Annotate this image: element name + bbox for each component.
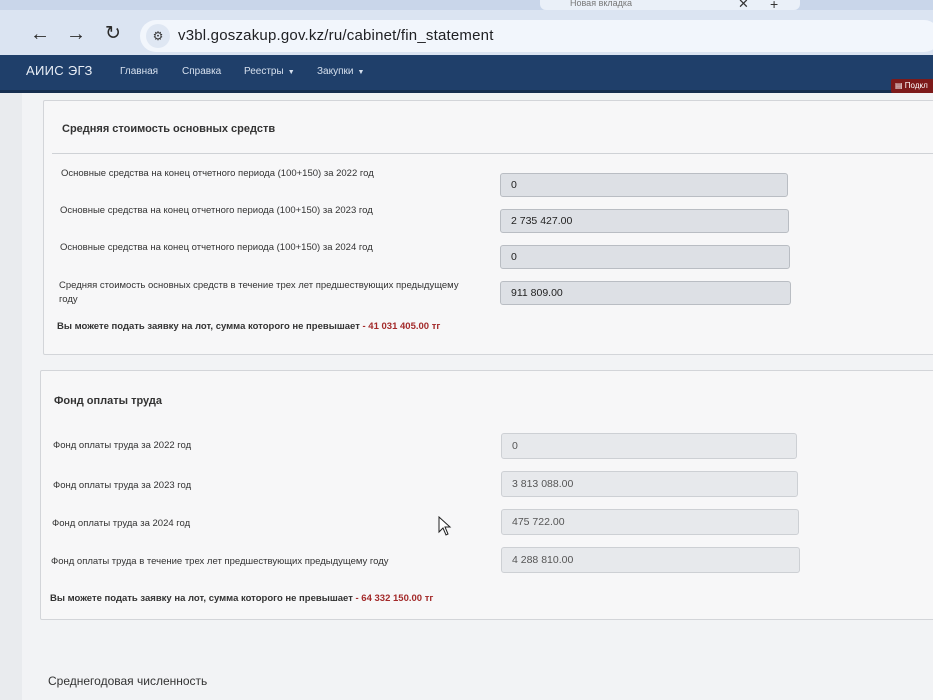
payroll-2022-field[interactable]: 0	[501, 433, 797, 459]
payroll-panel: Фонд оплаты труда Фонд оплаты труда за 2…	[40, 370, 933, 620]
fixed-assets-limit-amount: - 41 031 405.00 тг	[362, 321, 441, 332]
mouse-pointer-icon	[438, 516, 452, 536]
payroll-2024-field[interactable]: 475 722.00	[501, 509, 799, 535]
fixed-assets-2023-field[interactable]: 2 735 427.00	[500, 209, 789, 233]
nav-item-registries-label: Реестры	[244, 66, 284, 77]
fixed-assets-2024-label: Основные средства на конец отчетного пер…	[60, 242, 373, 253]
app-navbar: АИИС ЭГЗ Главная Справка Реестры ▼ Закупк…	[0, 55, 933, 93]
payroll-limit-text: Вы можете подать заявку на лот, сумма ко…	[50, 593, 353, 604]
payroll-2022-label: Фонд оплаты труда за 2022 год	[53, 440, 192, 451]
back-arrow-icon[interactable]: ←	[30, 24, 50, 44]
fixed-assets-2024-field[interactable]: 0	[500, 245, 790, 269]
nav-item-main[interactable]: Главная	[120, 66, 158, 77]
fixed-assets-limit-note: Вы можете подать заявку на лот, сумма ко…	[57, 321, 440, 332]
address-bar[interactable]: ⚙ v3bl.goszakup.gov.kz/ru/cabinet/fin_st…	[140, 20, 933, 52]
nav-item-procurement[interactable]: Закупки ▼	[317, 66, 364, 77]
chevron-down-icon: ▼	[357, 69, 365, 76]
fixed-assets-2022-field[interactable]: 0	[500, 173, 788, 197]
forward-arrow-icon[interactable]: →	[66, 24, 86, 44]
fixed-assets-panel: Средняя стоимость основных средств Основ…	[43, 100, 933, 355]
payroll-2024-label: Фонд оплаты труда за 2024 год	[52, 518, 191, 529]
browser-tab-strip: Новая вкладка ✕ +	[0, 0, 933, 12]
fixed-assets-limit-text: Вы можете подать заявку на лот, сумма ко…	[57, 321, 360, 332]
nav-item-procurement-label: Закупки	[317, 66, 354, 77]
payroll-average-label: Фонд оплаты труда в течение трех лет пре…	[51, 556, 389, 567]
fixed-assets-average-field[interactable]: 911 809.00	[500, 281, 791, 305]
nav-item-registries[interactable]: Реестры ▼	[244, 66, 295, 77]
chevron-down-icon: ▼	[287, 69, 295, 76]
fixed-assets-2022-label: Основные средства на конец отчетного пер…	[61, 168, 374, 179]
browser-tab[interactable]: Новая вкладка	[540, 0, 800, 10]
site-settings-icon[interactable]: ⚙	[146, 24, 170, 48]
url-text[interactable]: v3bl.goszakup.gov.kz/ru/cabinet/fin_stat…	[178, 27, 494, 44]
browser-tab-title: Новая вкладка	[570, 0, 633, 8]
payroll-2023-field[interactable]: 3 813 088.00	[501, 471, 798, 497]
nav-item-help[interactable]: Справка	[182, 66, 221, 77]
connect-button[interactable]: ▤ Подкл	[891, 79, 933, 93]
payroll-limit-note: Вы можете подать заявку на лот, сумма ко…	[50, 593, 433, 604]
payroll-average-field[interactable]: 4 288 810.00	[501, 547, 800, 573]
connect-button-label: Подкл	[904, 81, 928, 90]
payroll-title: Фонд оплаты труда	[54, 395, 163, 407]
panel-divider	[52, 153, 933, 154]
fixed-assets-2023-label: Основные средства на конец отчетного пер…	[60, 205, 373, 216]
fixed-assets-title: Средняя стоимость основных средств	[62, 123, 276, 135]
calendar-icon: ▤	[895, 81, 903, 90]
fixed-assets-average-label: Средняя стоимость основных средств в теч…	[59, 280, 459, 305]
headcount-title: Среднегодовая численность	[48, 674, 208, 688]
payroll-2023-label: Фонд оплаты труда за 2023 год	[53, 480, 192, 491]
reload-icon[interactable]: ↻	[105, 24, 121, 44]
payroll-limit-amount: - 64 332 150.00 тг	[355, 593, 434, 604]
brand-logo[interactable]: АИИС ЭГЗ	[26, 63, 93, 78]
browser-toolbar: ← → ↻ ⚙ v3bl.goszakup.gov.kz/ru/cabinet/…	[0, 10, 933, 55]
